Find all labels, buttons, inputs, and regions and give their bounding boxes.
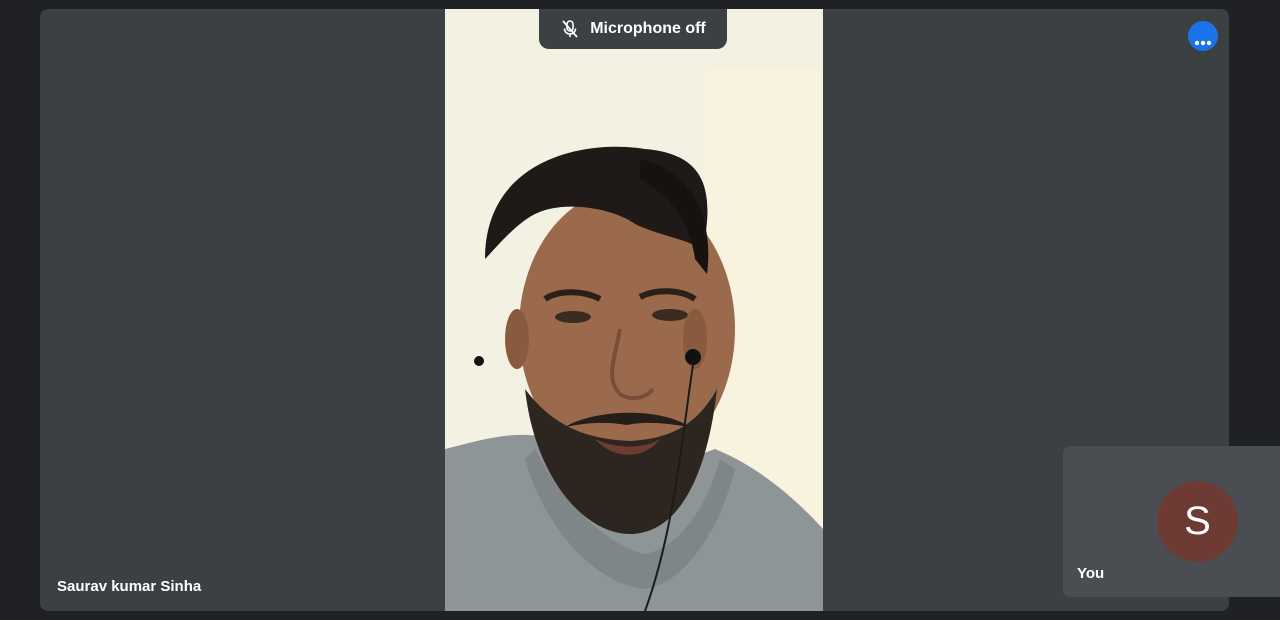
participant-name-label: Saurav kumar Sinha — [57, 578, 202, 595]
microphone-off-label: Microphone off — [590, 20, 706, 37]
avatar: S — [1157, 481, 1238, 562]
video-frame — [445, 9, 823, 611]
participant-video — [445, 9, 823, 611]
self-view-tile[interactable]: S You — [1063, 446, 1280, 597]
participant-tile[interactable]: Microphone off Saurav kumar Sinha — [40, 9, 1229, 611]
more-horizontal-icon — [1194, 33, 1212, 46]
meeting-stage: Microphone off Saurav kumar Sinha S You — [0, 0, 1280, 620]
self-label: You — [1077, 565, 1105, 582]
more-options-button[interactable] — [1188, 21, 1218, 51]
microphone-off-icon — [560, 19, 580, 39]
microphone-off-toast: Microphone off — [539, 9, 727, 49]
